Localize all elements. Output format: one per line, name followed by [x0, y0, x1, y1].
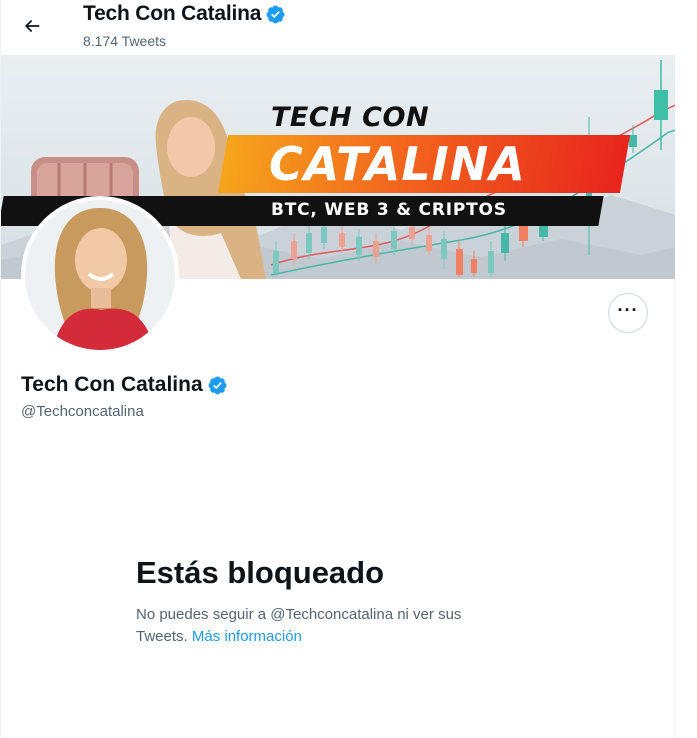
profile-header: Tech Con Catalina 8.174 Tweets: [1, 0, 676, 54]
profile-name: Tech Con Catalina: [21, 373, 203, 396]
profile-name-row: Tech Con Catalina: [21, 373, 228, 397]
arrow-left-icon: [25, 20, 40, 32]
profile-column: Tech Con Catalina 8.174 Tweets TECH CON …: [0, 0, 676, 738]
learn-more-link[interactable]: Más información: [192, 628, 302, 645]
blocked-message: No puedes seguir a @Techconcatalina ni v…: [136, 604, 516, 648]
banner-text-sub: BTC, WEB 3 & CRIPTOS: [271, 200, 507, 220]
more-options-button[interactable]: ···: [608, 293, 648, 333]
scroll-gutter: [675, 0, 697, 738]
back-button[interactable]: [13, 7, 51, 45]
tweets-count: 8.174 Tweets: [83, 33, 167, 49]
header-title-row: Tech Con Catalina: [83, 2, 286, 26]
profile-handle: @Techconcatalina: [21, 403, 144, 420]
header-title: Tech Con Catalina: [83, 2, 262, 25]
banner-text-main: CATALINA: [269, 137, 526, 191]
avatar[interactable]: [21, 196, 179, 354]
verified-badge-icon: [266, 5, 285, 23]
more-dots-icon: ···: [617, 300, 639, 320]
banner-text-top: TECH CON: [271, 102, 430, 133]
avatar-photo: [25, 200, 175, 350]
blocked-title: Estás bloqueado: [136, 555, 385, 590]
verified-badge-icon: [208, 376, 227, 394]
